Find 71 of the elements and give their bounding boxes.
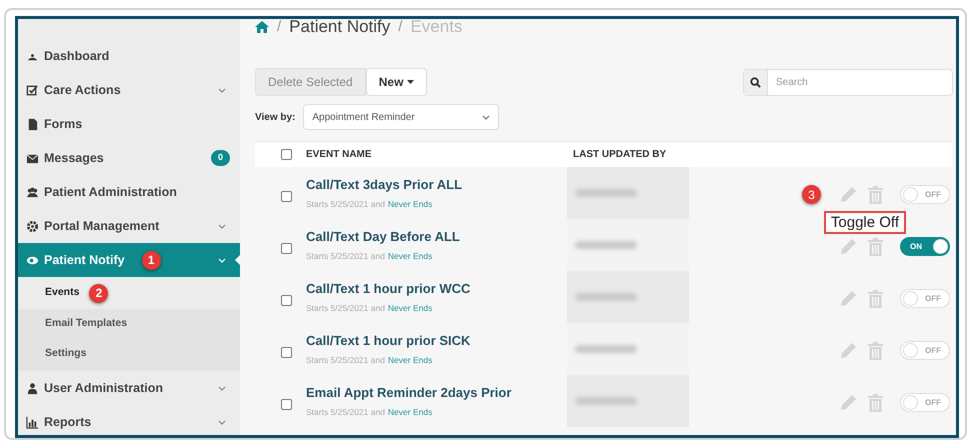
schedule-text: Starts 5/25/2021 and: [306, 250, 385, 264]
pencil-icon[interactable]: [840, 290, 857, 307]
checkbox-icon: [26, 84, 39, 96]
breadcrumb-separator: /: [398, 19, 402, 37]
new-button[interactable]: New: [366, 68, 428, 96]
breadcrumb-current: Events: [410, 19, 462, 38]
search-field[interactable]: Search: [743, 68, 953, 96]
schedule-text: Starts 5/25/2021 and: [306, 198, 385, 212]
search-icon: [750, 76, 761, 88]
toggle-switch[interactable]: ON: [900, 237, 950, 256]
submenu-item[interactable]: Events 2: [18, 277, 240, 309]
step-marker: 2: [89, 284, 108, 302]
sidebar-item[interactable]: Portal Management: [18, 209, 240, 243]
callout-label: Toggle Off: [824, 211, 906, 234]
sidebar-item[interactable]: User Administration: [18, 371, 240, 405]
step-marker: 1: [142, 250, 161, 270]
submenu-item[interactable]: Email Templates: [18, 309, 240, 339]
blurred-name: [575, 397, 637, 405]
sidebar-item[interactable]: Reports: [18, 405, 240, 435]
breadcrumb-separator: /: [277, 19, 282, 37]
schedule-text: Starts 5/25/2021 and: [306, 302, 385, 316]
sidebar-item[interactable]: Messages 0: [18, 141, 240, 175]
pencil-icon[interactable]: [840, 186, 857, 203]
gear-icon: [26, 220, 39, 232]
people-icon: [26, 186, 39, 198]
schedule-text: Starts 5/25/2021 and: [306, 354, 385, 368]
trash-icon[interactable]: [868, 186, 883, 204]
checkbox[interactable]: [280, 190, 292, 202]
bar-chart-icon: [26, 416, 39, 428]
user-icon: [26, 382, 39, 394]
breadcrumb-link[interactable]: Patient Notify: [289, 19, 390, 40]
blurred-name: [575, 293, 637, 301]
view-by-label: View by:: [255, 110, 296, 124]
event-name-link[interactable]: Email Appt Reminder 2days Prior: [306, 382, 567, 402]
view-by-dropdown[interactable]: Appointment Reminder: [303, 104, 500, 130]
envelope-icon: [26, 152, 39, 164]
search-input[interactable]: Search: [768, 70, 952, 94]
trash-icon[interactable]: [868, 290, 883, 308]
checkbox[interactable]: [280, 149, 292, 160]
column-header: EVENT NAME: [305, 148, 373, 162]
event-name-link[interactable]: Call/Text 1 hour prior SICK: [306, 330, 567, 350]
pencil-icon[interactable]: [840, 394, 857, 411]
trash-icon[interactable]: [868, 342, 883, 360]
checkbox[interactable]: [280, 398, 292, 410]
caret-icon: [407, 80, 414, 84]
trash-icon[interactable]: [868, 238, 883, 256]
sidebar-item[interactable]: Patient Administration: [18, 175, 240, 209]
checkbox[interactable]: [280, 294, 292, 306]
pencil-icon[interactable]: [840, 238, 857, 255]
column-header: LAST UPDATED BY: [572, 148, 668, 162]
schedule-text: Starts 5/25/2021 and: [306, 406, 385, 420]
checkbox[interactable]: [280, 346, 292, 358]
trash-icon[interactable]: [868, 394, 883, 412]
event-name-link[interactable]: Call/Text 1 hour prior WCC: [306, 278, 567, 298]
chevron-down-icon: [482, 114, 490, 120]
home-icon[interactable]: [255, 21, 269, 33]
checkbox[interactable]: [280, 242, 292, 254]
step-marker: 3: [802, 185, 821, 204]
sidebar-item[interactable]: Dashboard: [18, 39, 240, 73]
submenu-item[interactable]: Settings: [18, 339, 240, 369]
event-name-link[interactable]: Call/Text Day Before ALL: [306, 226, 567, 246]
sidebar-item[interactable]: Care Actions: [18, 73, 240, 107]
count-badge: 0: [210, 150, 230, 166]
pencil-icon[interactable]: [840, 342, 857, 359]
document-icon: [26, 118, 39, 130]
blurred-name: [575, 189, 637, 197]
sidebar-item[interactable]: Patient Notify 1: [18, 243, 240, 277]
blurred-name: [575, 345, 637, 353]
event-name-link[interactable]: Call/Text 3days Prior ALL: [306, 174, 567, 194]
sidebar-item[interactable]: Forms: [18, 107, 240, 141]
blurred-name: [575, 241, 637, 249]
